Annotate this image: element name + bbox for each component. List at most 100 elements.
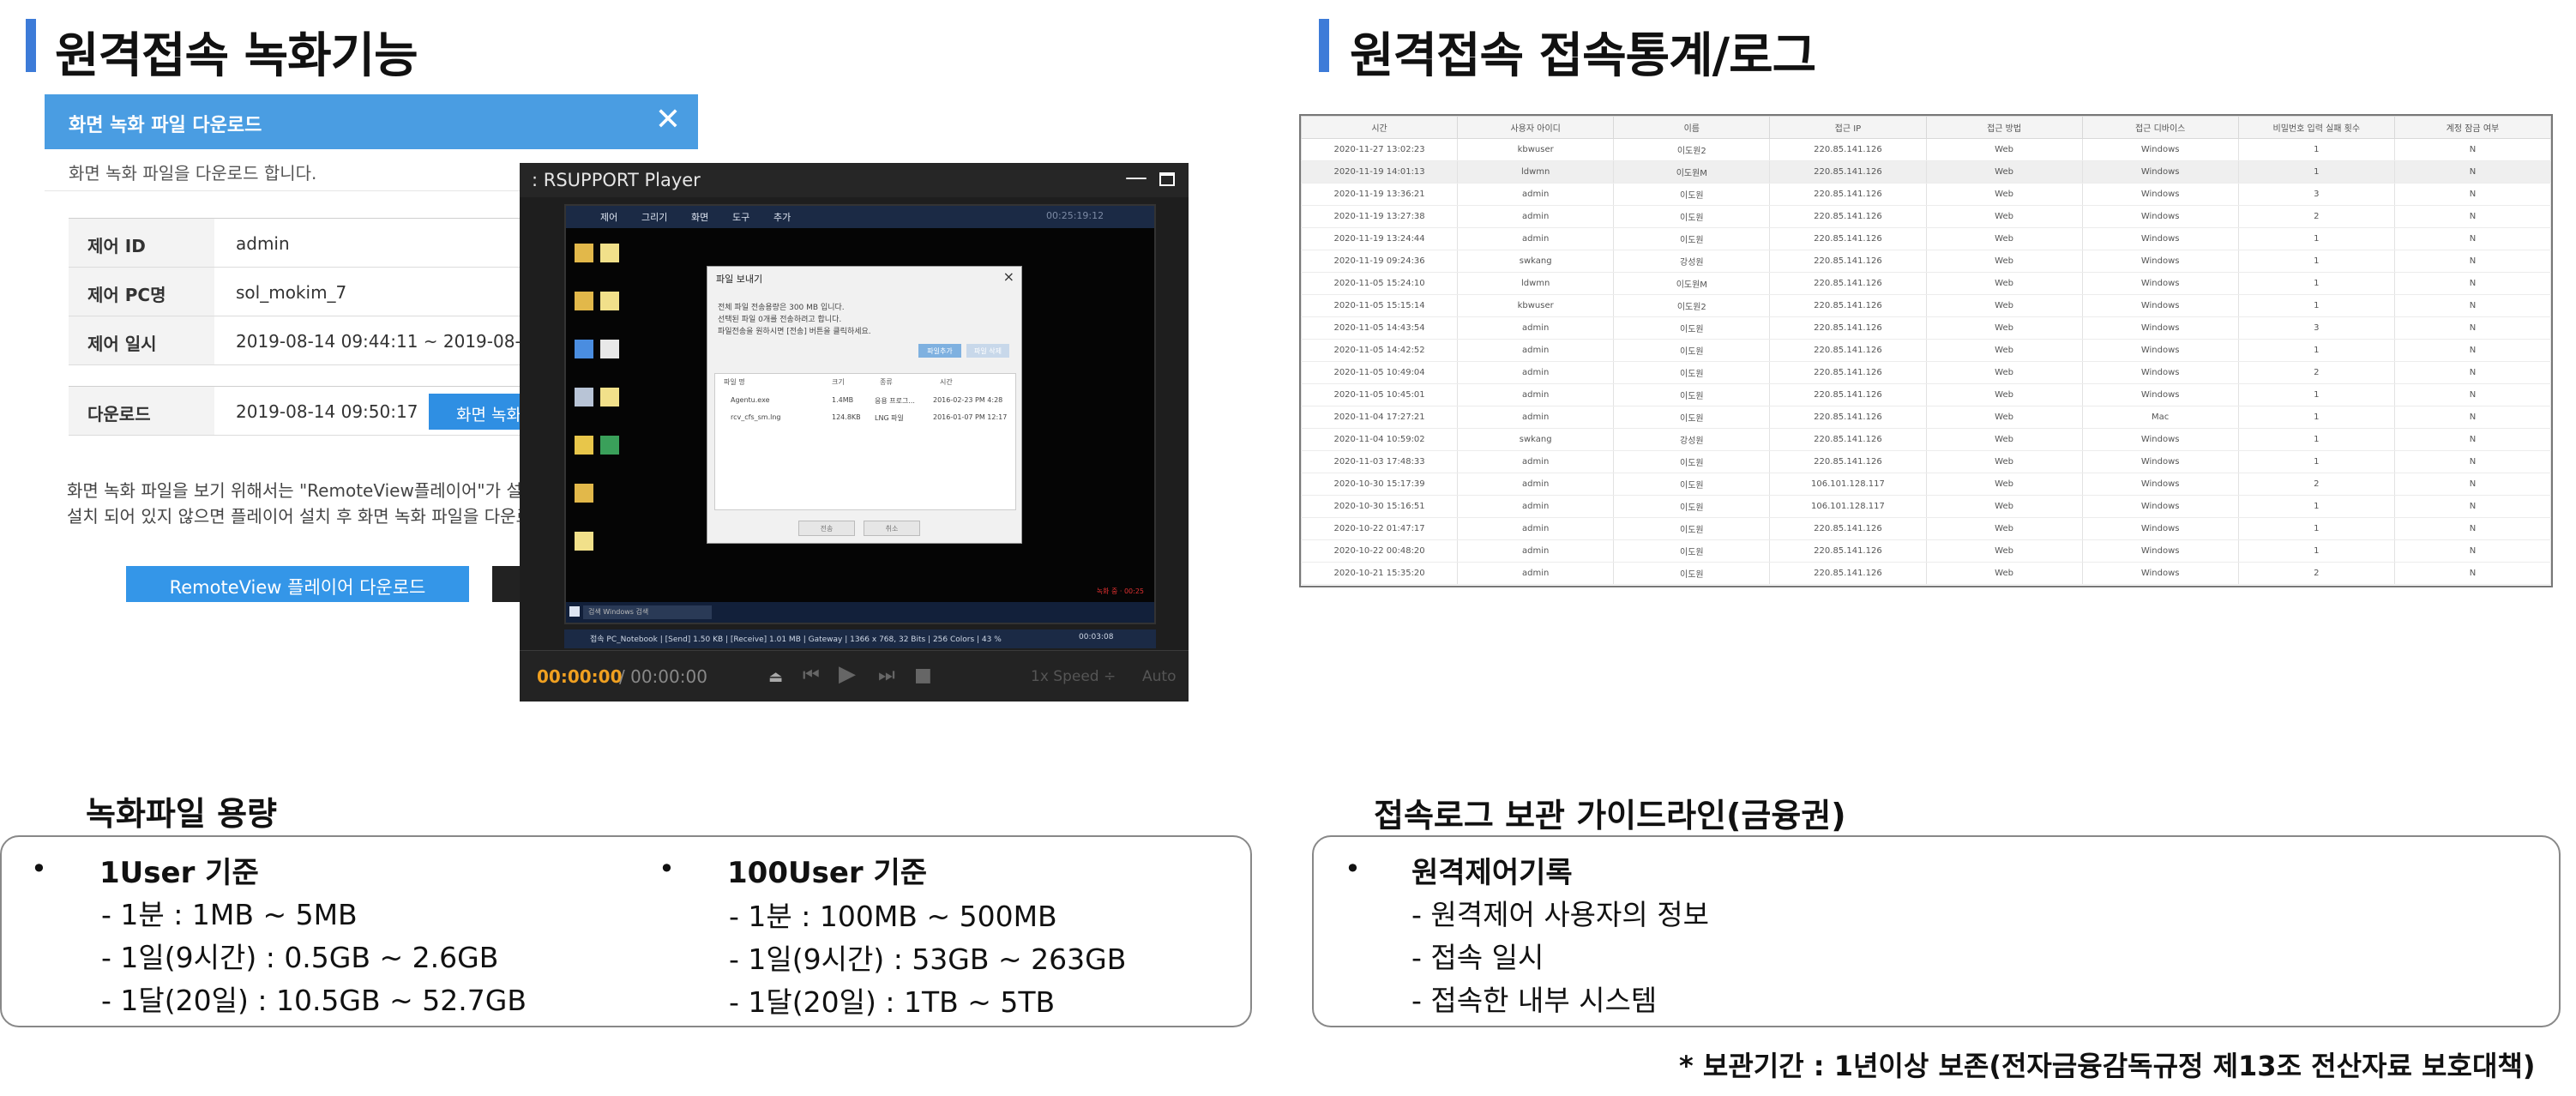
next-icon[interactable]: ⏭ bbox=[878, 665, 895, 686]
table-header-cell[interactable]: 계정 잠금 여부 bbox=[2393, 116, 2551, 139]
table-header-cell[interactable]: 시간 bbox=[1301, 116, 1459, 139]
table-cell: admin bbox=[1457, 473, 1615, 496]
table-cell: Web bbox=[1925, 517, 2083, 540]
table-header-cell[interactable]: 접근 디바이스 bbox=[2081, 116, 2239, 139]
table-cell: N bbox=[2393, 227, 2551, 250]
table-cell: 3 bbox=[2237, 316, 2395, 340]
toolbar-item-draw[interactable]: 그리기 bbox=[641, 210, 667, 224]
previous-icon[interactable]: ⏮ bbox=[803, 665, 820, 686]
table-cell: Web bbox=[1925, 428, 2083, 451]
toolbar-item-screen[interactable]: 화면 bbox=[691, 210, 708, 224]
table-cell: 이도원 bbox=[1613, 406, 1771, 429]
table-cell: admin bbox=[1457, 183, 1615, 206]
table-cell: admin bbox=[1457, 406, 1615, 429]
table-cell: 강성원 bbox=[1613, 250, 1771, 273]
table-row[interactable]: 2020-11-03 17:48:33 admin 이도원 220.85.141.12… bbox=[1301, 450, 2551, 473]
table-cell: Web bbox=[1925, 160, 2083, 184]
table-cell: N bbox=[2393, 316, 2551, 340]
table-header-cell[interactable]: 접근 IP bbox=[1769, 116, 1927, 139]
table-row[interactable]: 2020-11-05 10:45:01 admin 이도원 220.85.141.12… bbox=[1301, 383, 2551, 406]
table-row[interactable]: 2020-10-30 15:16:51 admin 이도원 106.101.128.1… bbox=[1301, 495, 2551, 518]
cancel-button[interactable]: 취소 bbox=[864, 521, 920, 536]
toolbar-item-more[interactable]: 추가 bbox=[773, 210, 791, 224]
dialog-title: 화면 녹화 파일 다운로드 bbox=[69, 115, 262, 136]
file-row-name[interactable]: rcv_cfs_sm.lng bbox=[731, 413, 781, 421]
table-cell: Windows bbox=[2081, 383, 2239, 406]
minimize-icon[interactable]: — bbox=[1125, 165, 1147, 190]
play-icon[interactable]: ▶ bbox=[839, 661, 856, 687]
table-row[interactable]: 2020-11-19 14:01:13 ldwmn 이도원M 220.85.141.1… bbox=[1301, 160, 2551, 184]
table-row[interactable]: 2020-10-21 15:35:20 admin 이도원 220.85.141.12… bbox=[1301, 562, 2551, 585]
table-row[interactable]: 2020-11-05 10:49:04 admin 이도원 220.85.141.12… bbox=[1301, 361, 2551, 384]
table-row[interactable]: 2020-11-04 10:59:02 swkang 강성원 220.85.141.1… bbox=[1301, 428, 2551, 451]
file-row-type: LNG 파일 bbox=[875, 414, 904, 422]
speed-select[interactable]: 1x Speed ÷ bbox=[1031, 668, 1116, 685]
table-cell: 1 bbox=[2237, 495, 2395, 518]
table-header-cell[interactable]: 비밀번호 입력 실패 횟수 bbox=[2237, 116, 2395, 139]
table-cell: swkang bbox=[1457, 250, 1615, 273]
access-log-table: 시간 사용자 아이디 이름 접근 IP 접근 방법 접근 디바이스 비밀번호 입력 실패 횟… bbox=[1301, 116, 2551, 585]
toolbar-item-tools[interactable]: 도구 bbox=[732, 210, 749, 224]
table-cell: swkang bbox=[1457, 428, 1615, 451]
table-cell: 220.85.141.126 bbox=[1769, 450, 1927, 473]
table-row[interactable]: 2020-11-19 13:36:21 admin 이도원 220.85.141.12… bbox=[1301, 183, 2551, 206]
table-row[interactable]: 2020-11-04 17:27:21 admin 이도원 220.85.141.12… bbox=[1301, 406, 2551, 429]
table-cell: 2020-11-05 14:43:54 bbox=[1301, 316, 1459, 340]
table-row[interactable]: 2020-11-05 14:43:54 admin 이도원 220.85.141.12… bbox=[1301, 316, 2551, 340]
table-cell: admin bbox=[1457, 227, 1615, 250]
table-row[interactable]: 2020-11-19 13:27:38 admin 이도원 220.85.141.12… bbox=[1301, 205, 2551, 228]
dialog-note-line: 화면 녹화 파일을 보기 위해서는 "RemoteView플레이어"가 설치 bbox=[67, 480, 539, 501]
delete-file-button[interactable]: 파일 삭제 bbox=[966, 344, 1009, 358]
table-cell: 220.85.141.126 bbox=[1769, 539, 1927, 563]
table-row[interactable]: 2020-11-05 15:24:10 ldwmn 이도원M 220.85.141.1… bbox=[1301, 272, 2551, 295]
table-cell: 2 bbox=[2237, 205, 2395, 228]
close-icon[interactable]: ✕ bbox=[655, 101, 681, 139]
toolbar-item-control[interactable]: 제어 bbox=[600, 210, 617, 224]
file-row-time: 2016-01-07 PM 12:17 bbox=[933, 413, 1008, 421]
remote-control-toolbar: 제어 그리기 화면 도구 추가 00:25:19:12 bbox=[566, 206, 1154, 228]
table-row[interactable]: 2020-11-05 14:42:52 admin 이도원 220.85.141.12… bbox=[1301, 339, 2551, 362]
table-cell: 1 bbox=[2237, 383, 2395, 406]
table-cell: Windows bbox=[2081, 450, 2239, 473]
capacity-1user-heading: 1User 기준 bbox=[99, 856, 259, 890]
add-file-button[interactable]: 파일추가 bbox=[918, 344, 961, 358]
guideline-box-label: 접속로그 보관 가이드라인(금융권) bbox=[1346, 784, 1874, 835]
guideline-line: - 접속 일시 bbox=[1411, 941, 1544, 974]
file-list-table: 파일 명 크기 종류 시간 Agentu.exe 1.4MB 응용 프로그...… bbox=[714, 373, 1016, 510]
table-cell: Windows bbox=[2081, 227, 2239, 250]
table-row[interactable]: 2020-10-30 15:17:39 admin 이도원 106.101.128.1… bbox=[1301, 473, 2551, 496]
capacity-100user-line: - 1분 : 100MB ~ 500MB bbox=[729, 900, 1057, 933]
left-section-title: 원격접속 녹화기능 bbox=[55, 28, 418, 84]
info-value: 2019-08-14 09:50:17 bbox=[236, 401, 418, 422]
send-button[interactable]: 전송 bbox=[798, 521, 855, 536]
taskbar-search-input[interactable]: 검색 Windows 검색 bbox=[583, 605, 712, 619]
table-row[interactable]: 2020-11-19 13:24:44 admin 이도원 220.85.141.12… bbox=[1301, 227, 2551, 250]
table-header-cell[interactable]: 이름 bbox=[1613, 116, 1771, 139]
stop-icon[interactable]: ■ bbox=[914, 665, 932, 686]
table-cell: 이도원 bbox=[1613, 316, 1771, 340]
table-cell: 220.85.141.126 bbox=[1769, 183, 1927, 206]
eject-icon[interactable]: ⏏ bbox=[768, 668, 783, 686]
table-cell: Web bbox=[1925, 383, 2083, 406]
table-cell: Web bbox=[1925, 562, 2083, 585]
close-icon[interactable]: × bbox=[1003, 268, 1014, 285]
desktop-folder-icon bbox=[575, 292, 593, 310]
table-row[interactable]: 2020-11-27 13:02:23 kbwuser 이도원2 220.85.141… bbox=[1301, 138, 2551, 161]
file-row-name[interactable]: Agentu.exe bbox=[731, 396, 769, 404]
file-row-size: 1.4MB bbox=[832, 396, 854, 404]
capacity-1user-line: - 1달(20일) : 10.5GB ~ 52.7GB bbox=[101, 984, 527, 1017]
auto-toggle[interactable]: Auto bbox=[1142, 668, 1176, 685]
desktop-file-icon bbox=[600, 292, 619, 310]
table-header-cell[interactable]: 접근 방법 bbox=[1925, 116, 2083, 139]
remoteview-player-download-button[interactable]: RemoteView 플레이어 다운로드 bbox=[126, 566, 469, 602]
maximize-icon[interactable] bbox=[1159, 172, 1175, 186]
table-cell: N bbox=[2393, 294, 2551, 317]
table-header-cell[interactable]: 사용자 아이디 bbox=[1457, 116, 1615, 139]
table-cell: 이도원 bbox=[1613, 450, 1771, 473]
table-row[interactable]: 2020-10-22 00:48:20 admin 이도원 220.85.141.12… bbox=[1301, 539, 2551, 563]
windows-start-icon[interactable] bbox=[569, 606, 580, 617]
table-row[interactable]: 2020-10-22 01:47:17 admin 이도원 220.85.141.12… bbox=[1301, 517, 2551, 540]
table-row[interactable]: 2020-11-19 09:24:36 swkang 강성원 220.85.141.1… bbox=[1301, 250, 2551, 273]
table-row[interactable]: 2020-11-05 15:15:14 kbwuser 이도원2 220.85.141… bbox=[1301, 294, 2551, 317]
current-time: 00:00:00 bbox=[537, 666, 623, 687]
